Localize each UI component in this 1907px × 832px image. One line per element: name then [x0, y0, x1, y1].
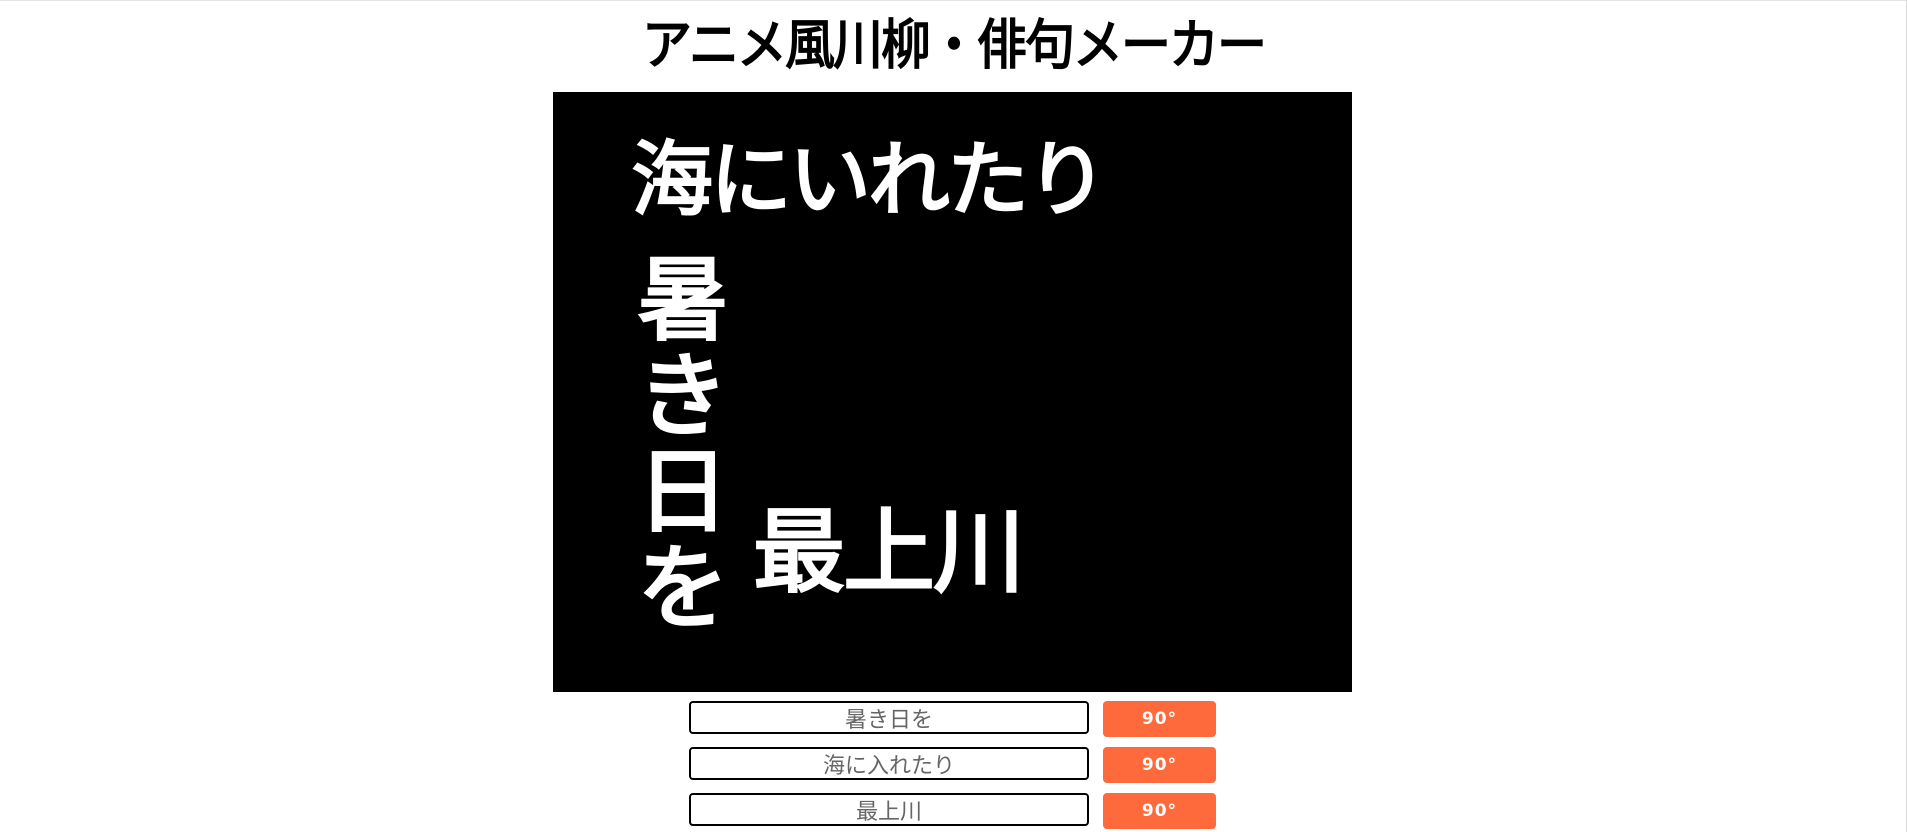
line-3-input[interactable] — [689, 793, 1089, 826]
line-2-input[interactable] — [689, 747, 1089, 780]
rotate-90-button-3[interactable]: 90° — [1103, 793, 1216, 829]
rotate-90-button-2[interactable]: 90° — [1103, 747, 1216, 783]
canvas-line-atsuki-vertical: 暑 き 日 を — [633, 252, 733, 636]
haiku-canvas: 海にいれたり 暑 き 日 を 最上川 — [553, 92, 1352, 692]
vertical-char: き — [636, 342, 729, 450]
vertical-char: 暑 — [636, 246, 729, 354]
canvas-line-mogamigawa: 最上川 — [753, 498, 1025, 606]
canvas-line-umi: 海にいれたり — [631, 132, 1108, 228]
page-title: アニメ風川柳・俳句メーカー — [642, 12, 1267, 77]
top-border — [0, 0, 1907, 1]
vertical-char: 日 — [636, 438, 729, 546]
rotate-90-button-1[interactable]: 90° — [1103, 701, 1216, 737]
vertical-char: を — [636, 534, 729, 642]
line-control-row-3: 90° — [689, 793, 1216, 829]
line-control-row-1: 90° — [689, 701, 1216, 737]
line-1-input[interactable] — [689, 701, 1089, 734]
line-control-row-2: 90° — [689, 747, 1216, 783]
